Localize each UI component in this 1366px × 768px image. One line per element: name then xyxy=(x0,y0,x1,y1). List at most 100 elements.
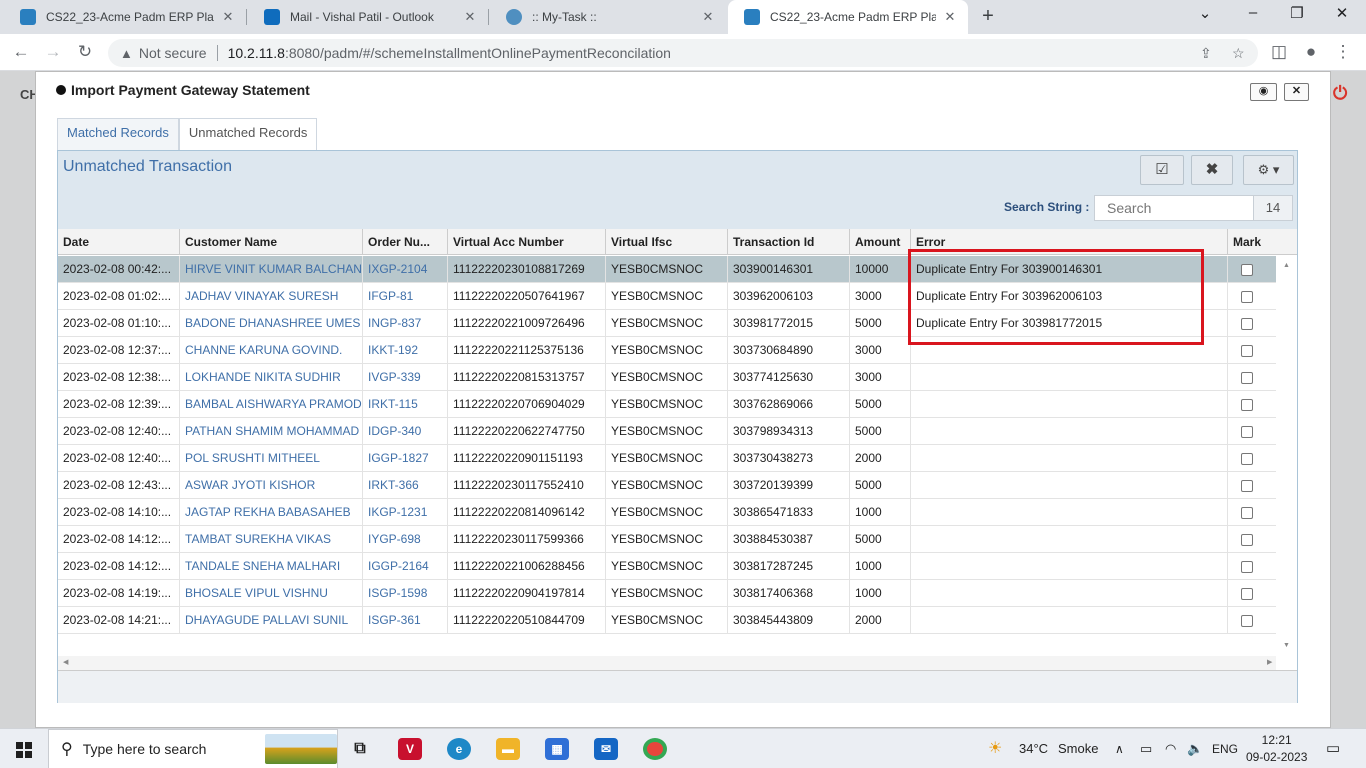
minimize-button[interactable]: – xyxy=(1243,4,1263,21)
browser-tab-erp-1[interactable]: CS22_23-Acme Padm ERP Platfor ✕ xyxy=(4,0,246,34)
col-header-amount[interactable]: Amount xyxy=(850,229,911,255)
menu-kebab-icon[interactable]: ⋮ xyxy=(1332,41,1354,63)
browser-tab-erp-active[interactable]: CS22_23-Acme Padm ERP Platfor ✕ xyxy=(728,0,968,34)
close-tab-icon[interactable]: ✕ xyxy=(462,9,478,25)
cell-order[interactable]: IYGP-698 xyxy=(363,526,448,553)
mark-checkbox[interactable] xyxy=(1241,264,1253,276)
table-row[interactable]: 2023-02-08 14:19:... BHOSALE VIPUL VISHNU… xyxy=(58,580,1276,607)
cell-customer[interactable]: HIRVE VINIT KUMAR BALCHAN xyxy=(180,256,363,283)
forward-arrow-icon[interactable]: → xyxy=(42,41,64,63)
cell-order[interactable]: ISGP-1598 xyxy=(363,580,448,607)
mark-checkbox[interactable] xyxy=(1241,426,1253,438)
new-tab-button[interactable]: + xyxy=(978,6,998,26)
confirm-check-button[interactable]: ☑ xyxy=(1140,155,1184,185)
language-indicator[interactable]: ENG xyxy=(1212,729,1238,768)
table-row[interactable]: 2023-02-08 12:38:... LOKHANDE NIKITA SUDH… xyxy=(58,364,1276,391)
cell-order[interactable]: IGGP-1827 xyxy=(363,445,448,472)
scroll-down-icon[interactable]: ▼ xyxy=(1283,642,1290,649)
cell-order[interactable]: IKKT-192 xyxy=(363,337,448,364)
cell-order[interactable]: IFGP-81 xyxy=(363,283,448,310)
bookmark-star-icon[interactable]: ☆ xyxy=(1232,39,1245,67)
cell-order[interactable]: IXGP-2104 xyxy=(363,256,448,283)
share-icon[interactable]: ⇪ xyxy=(1200,39,1212,67)
volume-icon[interactable]: 🔈 xyxy=(1187,729,1203,768)
cell-order[interactable]: IGGP-2164 xyxy=(363,553,448,580)
profile-avatar-icon[interactable]: ● xyxy=(1300,41,1322,63)
mark-checkbox[interactable] xyxy=(1241,318,1253,330)
browser-tab-mytask[interactable]: :: My-Task :: ✕ xyxy=(490,0,726,34)
file-explorer-icon[interactable]: ▬ xyxy=(496,738,520,760)
address-bar[interactable]: ▲ Not secure 10.2.11.8 :8080/padm/#/sche… xyxy=(108,39,1258,67)
mark-checkbox[interactable] xyxy=(1241,399,1253,411)
window-close-button[interactable]: ✕ xyxy=(1332,4,1352,22)
mark-checkbox[interactable] xyxy=(1241,480,1253,492)
chrome-icon[interactable] xyxy=(643,738,667,760)
close-tab-icon[interactable]: ✕ xyxy=(942,9,958,25)
wifi-icon[interactable]: ◠ xyxy=(1165,729,1176,768)
cell-customer[interactable]: JADHAV VINAYAK SURESH xyxy=(180,283,363,310)
col-header-order[interactable]: Order Nu... xyxy=(363,229,448,255)
mark-checkbox[interactable] xyxy=(1241,453,1253,465)
cell-customer[interactable]: BHOSALE VIPUL VISHNU xyxy=(180,580,363,607)
mark-checkbox[interactable] xyxy=(1241,534,1253,546)
cell-customer[interactable]: LOKHANDE NIKITA SUDHIR xyxy=(180,364,363,391)
horizontal-scrollbar[interactable]: ◀ ▶ xyxy=(58,656,1276,670)
close-tab-icon[interactable]: ✕ xyxy=(220,9,236,25)
table-row[interactable]: 2023-02-08 14:12:... TAMBAT SUREKHA VIKAS… xyxy=(58,526,1276,553)
cell-customer[interactable]: BAMBAL AISHWARYA PRAMOD xyxy=(180,391,363,418)
app-v-icon[interactable]: V xyxy=(398,738,422,760)
col-header-vacc[interactable]: Virtual Acc Number xyxy=(448,229,606,255)
windows-start-icon[interactable] xyxy=(16,742,32,758)
col-header-date[interactable]: Date xyxy=(58,229,180,255)
edge-icon[interactable]: e xyxy=(447,738,471,760)
mark-checkbox[interactable] xyxy=(1241,588,1253,600)
cell-order[interactable]: ISGP-361 xyxy=(363,607,448,634)
reload-icon[interactable]: ↻ xyxy=(74,41,96,63)
col-header-customer[interactable]: Customer Name xyxy=(180,229,363,255)
tray-chevron-icon[interactable]: ∧ xyxy=(1115,729,1124,768)
taskbar-clock[interactable]: 12:21 09-02-2023 xyxy=(1246,732,1307,766)
cell-order[interactable]: IRKT-115 xyxy=(363,391,448,418)
vertical-scrollbar[interactable]: ▲ ▼ xyxy=(1277,256,1296,656)
weather-temp[interactable]: 34°C xyxy=(1019,729,1048,768)
power-icon[interactable]: ⏻ xyxy=(1333,83,1347,104)
table-row[interactable]: 2023-02-08 14:21:... DHAYAGUDE PALLAVI SU… xyxy=(58,607,1276,634)
cell-order[interactable]: INGP-837 xyxy=(363,310,448,337)
cell-customer[interactable]: POL SRUSHTI MITHEEL xyxy=(180,445,363,472)
modal-close-button[interactable]: ✕ xyxy=(1284,83,1309,101)
table-row[interactable]: 2023-02-08 12:43:... ASWAR JYOTI KISHOR IR… xyxy=(58,472,1276,499)
cell-customer[interactable]: BADONE DHANASHREE UMES xyxy=(180,310,363,337)
cell-customer[interactable]: PATHAN SHAMIM MOHAMMAD xyxy=(180,418,363,445)
mark-checkbox[interactable] xyxy=(1241,561,1253,573)
table-row[interactable]: 2023-02-08 14:10:... JAGTAP REKHA BABASAH… xyxy=(58,499,1276,526)
tab-unmatched-records[interactable]: Unmatched Records xyxy=(178,118,318,150)
scroll-left-icon[interactable]: ◀ xyxy=(63,658,68,666)
weather-desc[interactable]: Smoke xyxy=(1058,729,1098,768)
cell-order[interactable]: IVGP-339 xyxy=(363,364,448,391)
cell-customer[interactable]: ASWAR JYOTI KISHOR xyxy=(180,472,363,499)
cell-customer[interactable]: JAGTAP REKHA BABASAHEB xyxy=(180,499,363,526)
col-header-mark[interactable]: Mark xyxy=(1228,229,1297,255)
close-tab-icon[interactable]: ✕ xyxy=(700,9,716,25)
cell-customer[interactable]: CHANNE KARUNA GOVIND. xyxy=(180,337,363,364)
mark-checkbox[interactable] xyxy=(1241,615,1253,627)
cell-order[interactable]: IDGP-340 xyxy=(363,418,448,445)
mark-checkbox[interactable] xyxy=(1241,372,1253,384)
cell-customer[interactable]: TAMBAT SUREKHA VIKAS xyxy=(180,526,363,553)
mark-checkbox[interactable] xyxy=(1241,291,1253,303)
taskbar-search[interactable]: ⚲ Type here to search xyxy=(48,729,338,768)
back-arrow-icon[interactable]: ← xyxy=(10,41,32,63)
scroll-right-icon[interactable]: ▶ xyxy=(1267,658,1272,666)
task-view-icon[interactable]: ⧉ xyxy=(348,738,372,760)
cancel-x-button[interactable]: ✖ xyxy=(1191,155,1233,185)
settings-gear-dropdown[interactable]: ⚙ ▾ xyxy=(1243,155,1294,185)
cell-customer[interactable]: DHAYAGUDE PALLAVI SUNIL xyxy=(180,607,363,634)
col-header-txn[interactable]: Transaction Id xyxy=(728,229,850,255)
browser-tab-outlook[interactable]: Mail - Vishal Patil - Outlook ✕ xyxy=(248,0,488,34)
weather-icon[interactable]: ☀ xyxy=(988,729,1002,768)
cell-order[interactable]: IKGP-1231 xyxy=(363,499,448,526)
table-row[interactable]: 2023-02-08 12:40:... PATHAN SHAMIM MOHAMM… xyxy=(58,418,1276,445)
network-icon[interactable]: ▭ xyxy=(1140,729,1152,768)
table-row[interactable]: 2023-02-08 14:12:... TANDALE SNEHA MALHAR… xyxy=(58,553,1276,580)
col-header-ifsc[interactable]: Virtual Ifsc xyxy=(606,229,728,255)
